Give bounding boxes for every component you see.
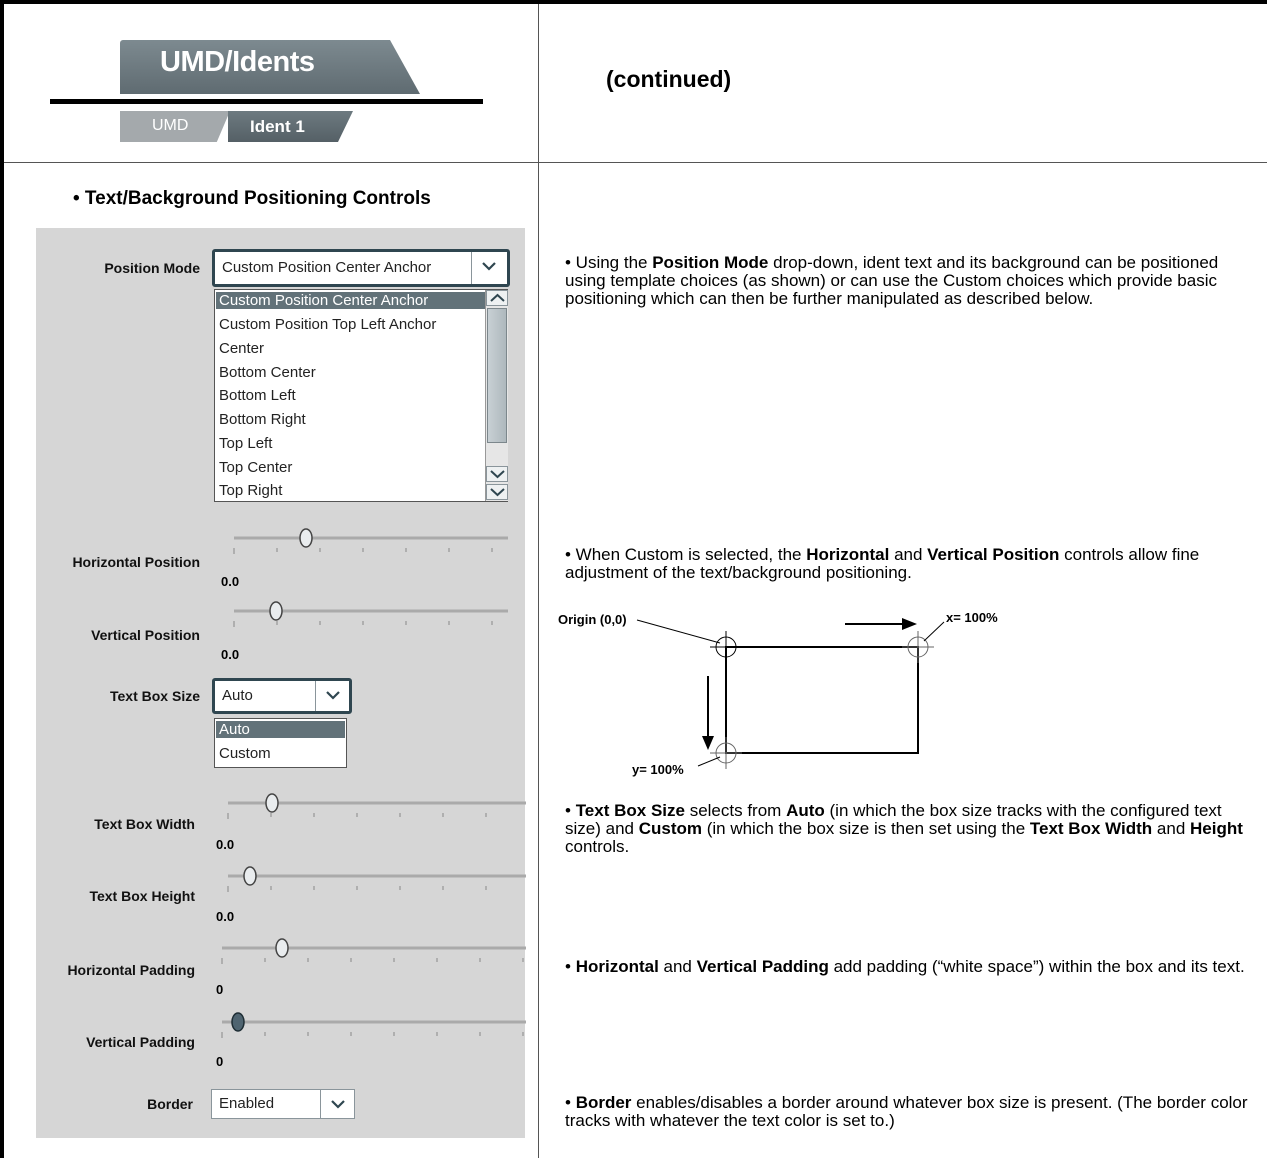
horizontal-padding-value: 0: [216, 982, 224, 997]
origin-crosshair-icon: [710, 631, 742, 663]
option-custom[interactable]: Custom: [219, 745, 271, 762]
option-top-center[interactable]: Top Center: [219, 459, 292, 476]
vertical-position-slider[interactable]: [230, 601, 510, 643]
frame-left-border: [0, 0, 4, 1158]
chevron-down-icon[interactable]: [320, 1090, 354, 1118]
text-box-height-slider[interactable]: [226, 866, 526, 908]
subtab-ident-1[interactable]: Ident 1: [228, 111, 353, 142]
option-bottom-left[interactable]: Bottom Left: [219, 387, 296, 404]
text-box-size-label: Text Box Size: [110, 688, 200, 704]
option-bottom-center[interactable]: Bottom Center: [219, 364, 316, 381]
horizontal-padding-label: Horizontal Padding: [67, 962, 195, 978]
subtab-umd-label: UMD: [152, 117, 189, 134]
desc-position-mode: • Using the Position Mode drop-down, ide…: [565, 253, 1219, 308]
option-auto[interactable]: Auto: [216, 721, 345, 738]
scroll-down-icon-1[interactable]: [486, 466, 508, 482]
position-mode-select[interactable]: Custom Position Center Anchor: [212, 249, 510, 287]
horizontal-position-label: Horizontal Position: [72, 554, 200, 570]
border-select[interactable]: Enabled: [211, 1089, 355, 1119]
text-box-size-listbox[interactable]: Auto Custom: [214, 718, 347, 768]
desc-position: • When Custom is selected, the Horizonta…: [565, 545, 1200, 582]
horizontal-padding-slider[interactable]: [220, 938, 526, 980]
continued-heading: (continued): [606, 66, 732, 92]
subtab-umd[interactable]: UMD: [120, 111, 230, 142]
position-mode-label: Position Mode: [104, 260, 200, 276]
row-divider: [4, 162, 1267, 163]
y-crosshair-icon: [710, 737, 742, 769]
text-box-height-label: Text Box Height: [89, 888, 195, 904]
vertical-padding-label: Vertical Padding: [86, 1034, 195, 1050]
text-box-size-select[interactable]: Auto: [212, 678, 352, 714]
column-divider: [538, 4, 539, 1158]
border-label: Border: [147, 1096, 193, 1112]
position-mode-listbox[interactable]: Custom Position Center Anchor Custom Pos…: [214, 289, 508, 502]
subtab-ident-1-label: Ident 1: [250, 117, 305, 136]
chevron-down-icon[interactable]: [315, 681, 349, 711]
text-box-width-slider[interactable]: [226, 793, 526, 835]
option-center[interactable]: Center: [219, 340, 264, 357]
option-bottom-right[interactable]: Bottom Right: [219, 411, 306, 428]
tab-underline: [50, 99, 483, 104]
listbox-scrollbar[interactable]: [485, 290, 508, 501]
horizontal-position-value: 0.0: [221, 574, 240, 589]
frame-top-border: [0, 0, 1267, 4]
horizontal-position-slider[interactable]: [230, 528, 510, 570]
desc-border: • Border enables/disables a border aroun…: [565, 1093, 1248, 1130]
border-value: Enabled: [219, 1095, 275, 1112]
text-box-width-label: Text Box Width: [94, 816, 195, 832]
option-top-right[interactable]: Top Right: [219, 482, 282, 499]
desc-text-box: • Text Box Size selects from Auto (in wh…: [565, 801, 1243, 856]
tab-umd-idents-label: UMD/Idents: [160, 46, 315, 78]
scrollbar-thumb[interactable]: [487, 308, 507, 443]
vertical-padding-value: 0: [216, 1054, 224, 1069]
text-box-height-value: 0.0: [216, 909, 235, 924]
desc-padding: • Horizontal and Vertical Padding add pa…: [565, 957, 1245, 976]
position-mode-value: Custom Position Center Anchor: [222, 259, 432, 276]
section-title: • Text/Background Positioning Controls: [73, 188, 431, 209]
scroll-up-icon[interactable]: [486, 290, 508, 306]
vertical-position-value: 0.0: [221, 647, 240, 662]
text-box-width-value: 0.0: [216, 837, 235, 852]
position-diagram: [636, 618, 945, 769]
option-custom-center-anchor[interactable]: Custom Position Center Anchor: [216, 292, 506, 309]
option-custom-top-left-anchor[interactable]: Custom Position Top Left Anchor: [219, 316, 436, 333]
option-top-left[interactable]: Top Left: [219, 435, 272, 452]
text-box-size-value: Auto: [222, 687, 253, 704]
chevron-down-icon[interactable]: [471, 252, 507, 284]
scroll-down-icon-2[interactable]: [486, 484, 508, 500]
vertical-padding-slider[interactable]: [220, 1012, 526, 1054]
vertical-position-label: Vertical Position: [91, 627, 200, 643]
tab-umd-idents[interactable]: UMD/Idents: [120, 40, 420, 94]
